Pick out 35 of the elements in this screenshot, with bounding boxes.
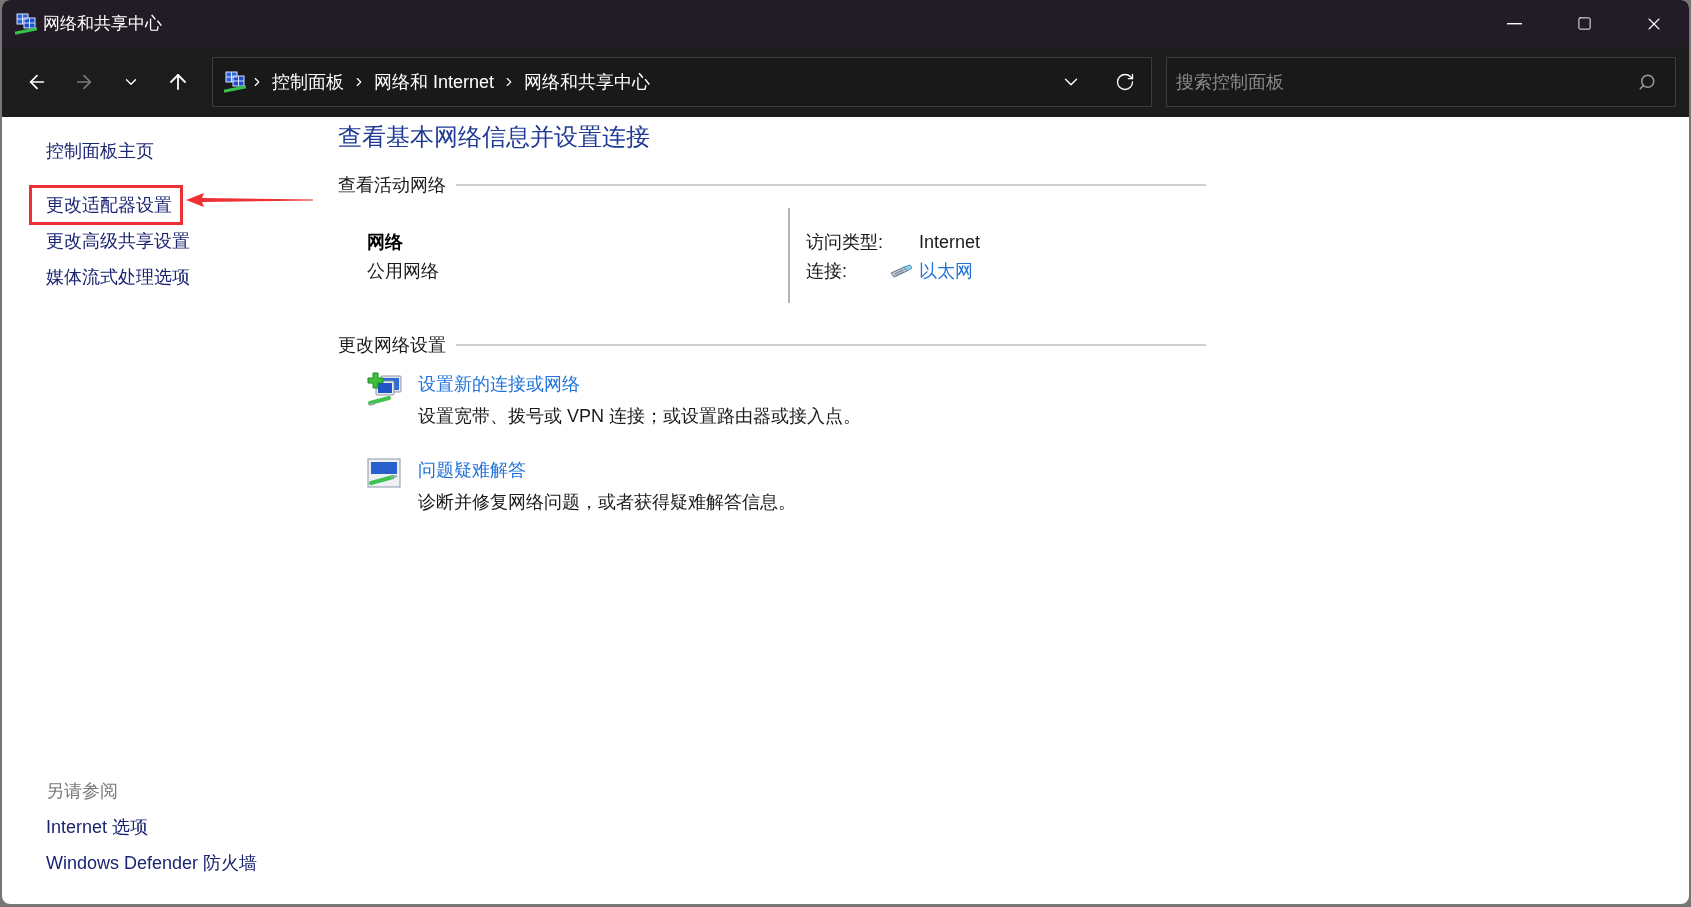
- see-also-link[interactable]: Windows Defender 防火墙: [46, 851, 258, 875]
- monitor-plus-icon: [367, 372, 403, 408]
- breadcrumb[interactable]: 网络和共享中心: [520, 70, 655, 94]
- task-link[interactable]: 问题疑难解答: [418, 458, 526, 482]
- breadcrumb[interactable]: 网络和 Internet: [370, 70, 499, 94]
- section-heading: 更改网络设置: [338, 334, 446, 357]
- sidebar-link[interactable]: 更改高级共享设置: [46, 229, 190, 253]
- sidebar-link[interactable]: 媒体流式处理选项: [46, 265, 190, 289]
- search-field[interactable]: 搜索控制面板: [1166, 57, 1676, 107]
- page-title: 查看基本网络信息并设置连接: [338, 122, 650, 152]
- task-link[interactable]: 设置新的连接或网络: [418, 372, 580, 396]
- sidebar-link[interactable]: 控制面板主页: [46, 139, 154, 163]
- cable-plug-icon: [890, 264, 912, 278]
- connections-label: 连接:: [806, 260, 847, 283]
- network-category: 公用网络: [367, 260, 439, 283]
- access-type-value: Internet: [919, 231, 981, 254]
- network-name: 网络: [367, 231, 403, 254]
- monitor-cable-icon: [367, 458, 401, 488]
- connection-link[interactable]: 以太网: [919, 259, 973, 283]
- network-icon: [224, 71, 246, 93]
- section-heading: 查看活动网络: [338, 174, 446, 197]
- refresh-icon: [1115, 72, 1135, 92]
- task-description: 诊断并修复网络问题，或者获得疑难解答信息。: [418, 491, 796, 514]
- sidebar-link[interactable]: 更改适配器设置: [46, 193, 172, 217]
- window-title: 网络和共享中心: [43, 13, 162, 35]
- see-also-link[interactable]: Internet 选项: [46, 815, 149, 839]
- minimize-icon: [1506, 22, 1522, 25]
- search-icon: [1638, 73, 1656, 91]
- address-bar[interactable]: 控制面板 网络和 Internet 网络和共享中心: [212, 57, 1152, 107]
- maximize-icon: [1576, 16, 1592, 31]
- access-type-label: 访问类型:: [806, 231, 883, 254]
- task-description: 设置宽带、拨号或 VPN 连接；或设置路由器或接入点。: [418, 405, 861, 428]
- network-icon: [15, 12, 37, 35]
- see-also-heading: 另请参阅: [46, 780, 118, 803]
- breadcrumb[interactable]: 控制面板: [268, 70, 348, 94]
